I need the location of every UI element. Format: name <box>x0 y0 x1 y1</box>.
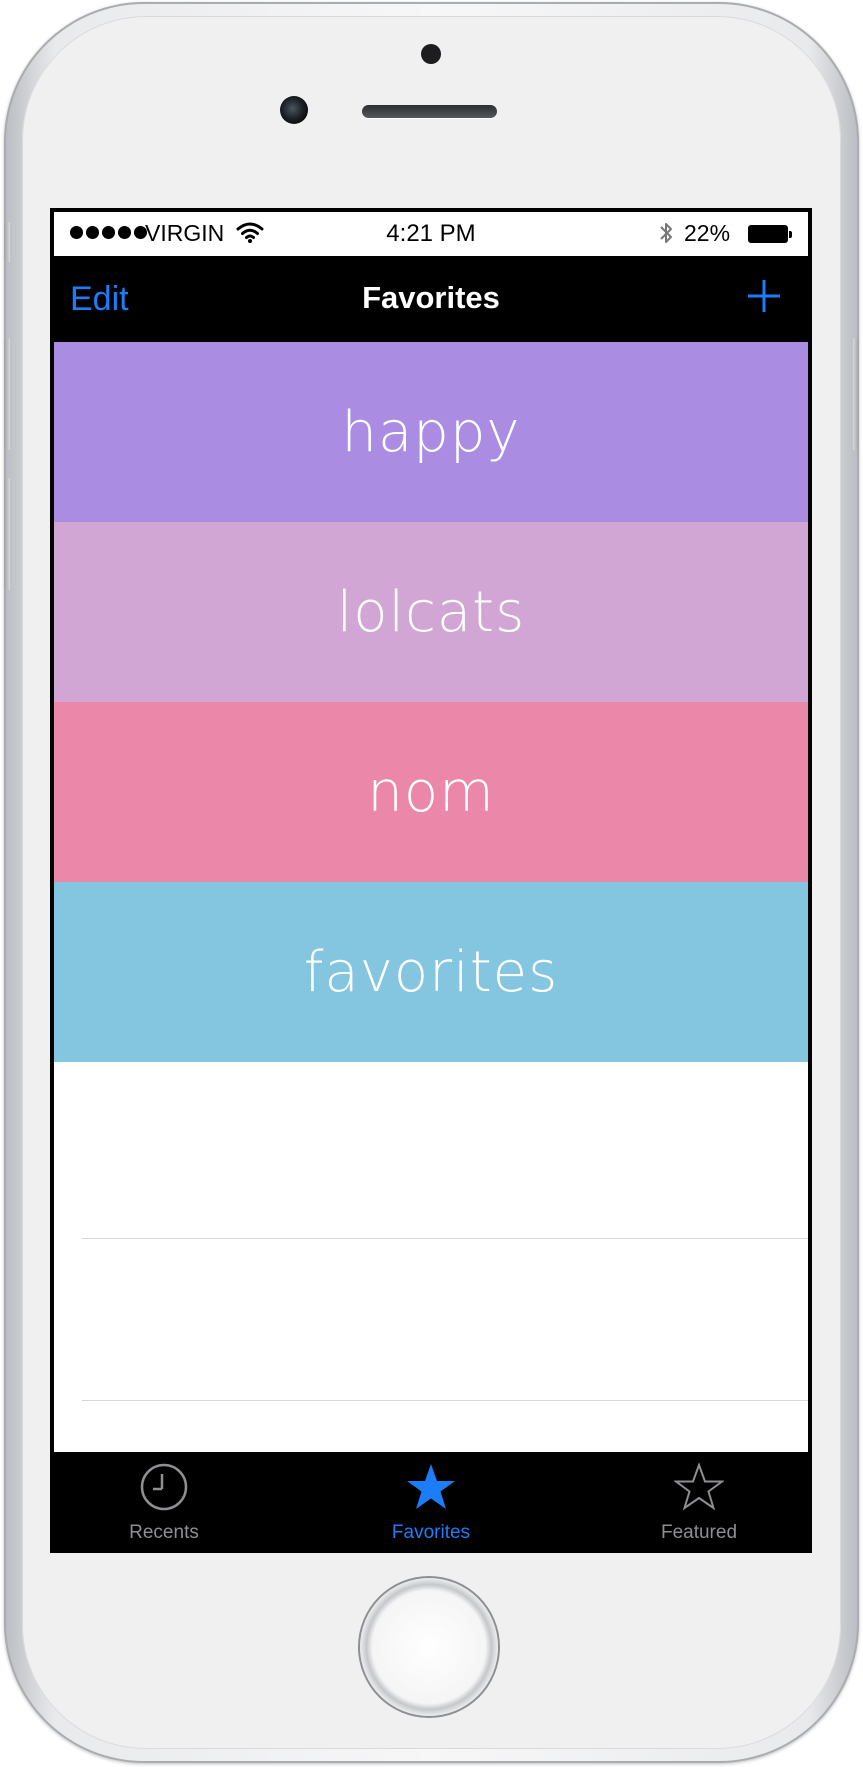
page-title: Favorites <box>362 280 500 315</box>
volume-up-button <box>4 338 10 450</box>
tab-favorites[interactable]: Favorites <box>331 1452 531 1549</box>
battery-percentage: 22% <box>684 220 731 246</box>
tab-featured[interactable]: Featured <box>599 1452 799 1549</box>
bluetooth-icon <box>660 223 672 243</box>
battery-icon <box>748 225 792 243</box>
favorite-row[interactable]: favorites <box>54 882 808 1062</box>
tab-label: Featured <box>660 1522 738 1543</box>
proximity-sensor <box>421 44 441 64</box>
star-filled-icon <box>407 1464 455 1509</box>
tab-recents[interactable]: Recents <box>64 1452 264 1549</box>
plus-icon[interactable] <box>744 276 784 316</box>
favorite-label: happy <box>341 399 521 465</box>
clock-icon <box>140 1463 188 1511</box>
favorite-label: lolcats <box>336 579 526 645</box>
volume-down-button <box>4 478 10 590</box>
favorite-row[interactable]: lolcats <box>54 522 808 702</box>
favorite-row[interactable]: nom <box>54 702 808 882</box>
star-outline-icon <box>674 1462 724 1511</box>
empty-list-area <box>54 1062 808 1452</box>
favorite-label: nom <box>367 759 495 825</box>
navigation-bar: Edit Favorites <box>54 256 808 342</box>
tab-bar: Recents Favorites Featured <box>54 1452 808 1549</box>
row-separator <box>82 1400 808 1401</box>
power-button <box>853 338 859 450</box>
home-button[interactable] <box>360 1578 498 1716</box>
favorite-label: favorites <box>303 939 559 1005</box>
favorites-list: happy lolcats nom favorites <box>54 342 808 1062</box>
front-camera <box>280 96 308 124</box>
screen: VIRGIN 4:21 PM 22% Edit Favorites happy l… <box>50 208 812 1553</box>
tab-label: Recents <box>129 1522 199 1543</box>
favorite-row[interactable]: happy <box>54 342 808 522</box>
mute-switch <box>4 222 10 262</box>
earpiece-speaker <box>362 105 497 118</box>
row-separator <box>82 1238 808 1239</box>
tab-label: Favorites <box>391 1522 471 1543</box>
status-bar: VIRGIN 4:21 PM 22% <box>54 212 808 256</box>
